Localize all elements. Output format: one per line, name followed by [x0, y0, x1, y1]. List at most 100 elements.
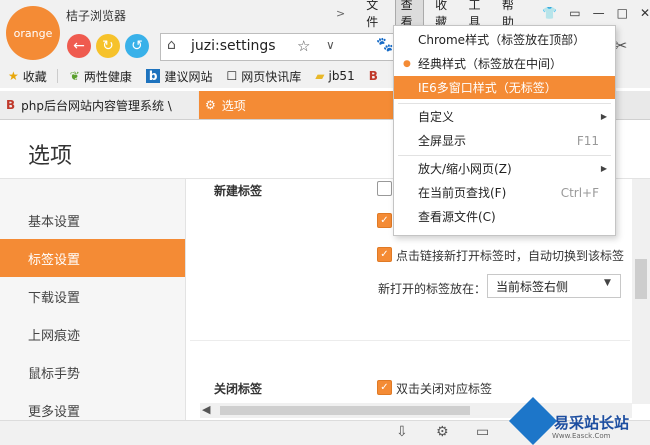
browser-logo[interactable]: orange — [6, 6, 60, 60]
checkbox-auto-switch[interactable]: ✓ — [377, 247, 392, 262]
watermark-logo-icon — [508, 396, 558, 445]
site-watermark: 易采站长站 Www.Easck.Com — [508, 396, 650, 445]
checkbox-newtab-1[interactable] — [377, 181, 392, 196]
sidebar-item-tabs[interactable]: 标签设置 — [0, 239, 185, 277]
address-bar[interactable]: ⌂ juzi:settings ☆ ∨ 🐾 — [160, 33, 394, 61]
menu-item-chrome-style[interactable]: Chrome样式（标签放在顶部） — [394, 28, 615, 51]
divider — [398, 155, 611, 156]
radio-dot-icon: ● — [403, 58, 411, 69]
star-icon: ★ — [8, 69, 19, 83]
shortcut-text: Ctrl+F — [560, 185, 599, 200]
divider — [398, 103, 611, 104]
new-tab-position-label: 新打开的标签放在： — [378, 282, 487, 296]
skin-icon[interactable]: 👕 — [542, 6, 557, 20]
bookmark-label: jb51 — [328, 69, 355, 83]
menu-item-label: 经典样式（标签放在中间） — [418, 57, 563, 71]
menu-item-label: 全屏显示 — [418, 134, 467, 148]
forward-icon: ↻ — [102, 38, 114, 54]
tab-options[interactable]: ⚙ 选项 — [199, 91, 395, 119]
tab-label: 选项 — [221, 98, 246, 113]
bookmark-label: 网页快讯库 — [241, 69, 302, 84]
submenu-arrow-icon: ▶ — [600, 112, 607, 121]
minimize-icon[interactable]: — — [593, 6, 605, 20]
screenshot-scissors-icon[interactable]: ✂ — [614, 36, 627, 55]
tab-php-admin[interactable]: B php后台网站内容管理系统 \ — [0, 91, 198, 119]
checkbox-newtab-2[interactable]: ✓ — [377, 213, 392, 228]
scroll-thumb[interactable] — [635, 259, 647, 299]
bookmark-label: 收藏 — [22, 69, 47, 84]
menu-item-fullscreen[interactable]: 全屏显示 F11 — [394, 129, 615, 152]
menu-item-label: 查看源文件(C) — [418, 210, 496, 224]
back-arrow-icon: ← — [73, 38, 85, 54]
bookmark-b[interactable]: B — [369, 69, 382, 83]
select-value: 当前标签右侧 — [496, 280, 569, 294]
divider — [56, 69, 58, 83]
bookmark-logo-icon: B — [368, 69, 378, 83]
home-icon[interactable]: ⌂ — [167, 37, 176, 53]
bookmark-health[interactable]: ❦ 两性健康 — [70, 68, 132, 85]
bookmark-jb51[interactable]: ▰ jb51 — [315, 69, 354, 83]
bookmark-label: 两性健康 — [83, 69, 132, 84]
submenu-arrow-icon: ▶ — [600, 164, 607, 173]
scroll-left-icon[interactable]: ◀ — [202, 403, 210, 416]
settings-gear-icon[interactable]: ⚙ — [436, 424, 449, 440]
restore-icon[interactable]: ▭ — [569, 6, 580, 20]
menu-item-label: 自定义 — [418, 110, 455, 124]
bing-icon: b — [145, 69, 161, 83]
close-icon[interactable]: ✕ — [640, 6, 650, 20]
forward-button[interactable]: ↻ — [96, 34, 120, 58]
watermark-text: 易采站长站 — [554, 414, 630, 432]
watermark-subtext: Www.Easck.Com — [552, 432, 611, 440]
menu-item-customize[interactable]: 自定义 ▶ — [394, 105, 615, 128]
site-logo-icon: B — [6, 98, 16, 112]
maximize-icon[interactable]: □ — [617, 6, 628, 20]
window-icon[interactable]: ▭ — [476, 424, 489, 440]
bookmark-favorites[interactable]: ★ 收藏 — [8, 68, 47, 85]
menu-item-zoom[interactable]: 放大/缩小网页(Z) ▶ — [394, 157, 615, 180]
page-icon: ☐ — [226, 69, 238, 83]
url-text[interactable]: juzi:settings — [191, 38, 276, 54]
auto-switch-label: 点击链接新打开标签时，自动切换到该标签 — [396, 249, 625, 263]
bookmark-quicknews[interactable]: ☐ 网页快讯库 — [226, 68, 301, 85]
new-tab-position-select[interactable]: 当前标签右侧 ▼ — [487, 274, 621, 298]
dblclick-close-label: 双击关闭对应标签 — [396, 382, 493, 396]
gear-icon: ⚙ — [205, 98, 216, 112]
search-engine-icon[interactable]: 🐾 — [376, 37, 393, 53]
folder-icon: ▰ — [315, 69, 325, 83]
menu-item-label: 放大/缩小网页(Z) — [418, 162, 512, 176]
logo-text: orange — [13, 26, 53, 40]
bookmark-label: 建议网站 — [164, 69, 213, 84]
download-icon[interactable]: ⇩ — [396, 424, 408, 440]
menu-bar: > 文件 查看 收藏 工具 帮助 👕 ▭ — □ ✕ — [336, 0, 650, 33]
back-button[interactable]: ← — [67, 34, 91, 58]
menu-item-label: Chrome样式（标签放在顶部） — [418, 33, 586, 47]
menu-item-view-source[interactable]: 查看源文件(C) — [394, 205, 615, 228]
menu-item-label: 在当前页查找(F) — [418, 186, 507, 200]
menu-item-ie6-style[interactable]: IE6多窗口样式（无标签） — [394, 76, 615, 99]
chevron-down-icon[interactable]: ∨ — [326, 38, 335, 52]
refresh-icon: ↺ — [131, 38, 143, 54]
star-icon[interactable]: ☆ — [297, 37, 310, 55]
tab-label: php后台网站内容管理系统 \ — [21, 98, 172, 113]
checkbox-dblclick-close[interactable]: ✓ — [377, 380, 392, 395]
sidebar-item-download[interactable]: 下载设置 — [0, 277, 185, 315]
section-new-tab: 新建标签 — [214, 184, 263, 198]
chevron-right-icon[interactable]: > — [336, 7, 345, 20]
app-name: 桔子浏览器 — [66, 9, 127, 23]
shortcut-text: F11 — [576, 133, 599, 148]
sidebar-item-gestures[interactable]: 鼠标手势 — [0, 353, 185, 391]
caret-down-icon: ▼ — [604, 278, 611, 288]
scroll-thumb[interactable] — [220, 406, 470, 415]
page-title: 选项 — [28, 144, 73, 169]
leaf-icon: ❦ — [69, 69, 80, 83]
vertical-scrollbar[interactable] — [632, 179, 650, 404]
menu-item-find[interactable]: 在当前页查找(F) Ctrl+F — [394, 181, 615, 204]
refresh-button[interactable]: ↺ — [125, 34, 149, 58]
bookmark-suggested[interactable]: b 建议网站 — [145, 68, 213, 85]
view-menu-dropdown: Chrome样式（标签放在顶部） ● 经典样式（标签放在中间） IE6多窗口样式… — [393, 25, 616, 236]
section-close-tab: 关闭标签 — [214, 382, 263, 396]
sidebar-item-history[interactable]: 上网痕迹 — [0, 315, 185, 353]
divider — [190, 340, 630, 341]
sidebar-item-basic[interactable]: 基本设置 — [0, 201, 185, 239]
menu-item-classic-style[interactable]: ● 经典样式（标签放在中间） — [394, 52, 615, 75]
